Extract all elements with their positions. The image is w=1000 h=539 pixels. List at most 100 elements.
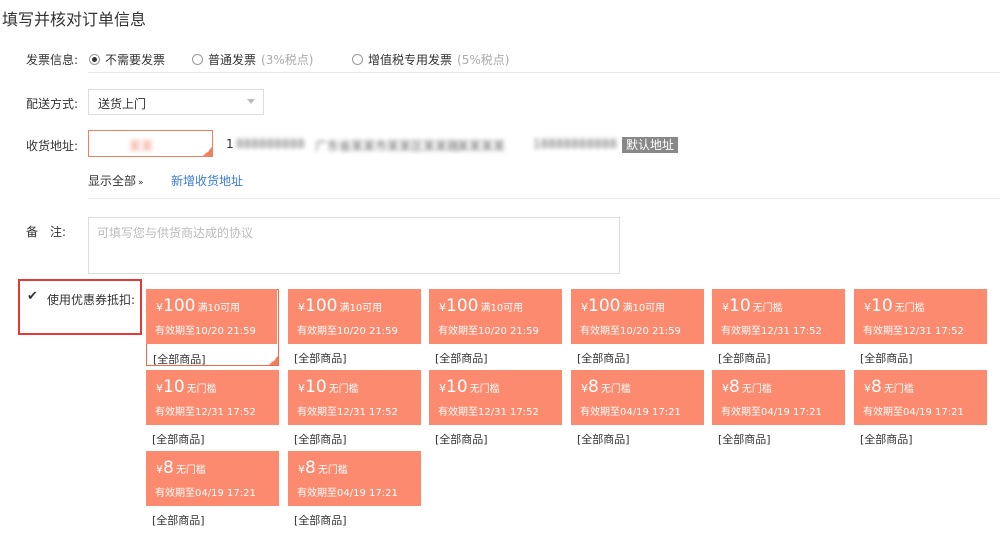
show-all-addresses[interactable]: 显示全部»	[88, 172, 144, 189]
coupon-face: ¥8 无门槛 有效期至04/19 17:21	[571, 370, 704, 425]
coupon-card[interactable]: ¥10 无门槛 有效期至12/31 17:52 [全部商品]	[429, 370, 562, 447]
coupon-scope: [全部商品]	[435, 352, 488, 365]
currency-symbol: ¥	[864, 382, 871, 395]
coupon-expiry: 有效期至04/19 17:21	[297, 488, 398, 499]
coupon-face: ¥10 无门槛有效期至12/31 17:52	[712, 289, 845, 344]
coupon-condition: 满10可用	[197, 303, 241, 314]
page-title: 填写并核对订单信息	[2, 10, 147, 29]
radio-icon	[352, 54, 363, 65]
coupon-condition: 无门槛	[752, 303, 783, 314]
address-recipient-name: 某某	[129, 139, 154, 153]
coupon-card[interactable]: ¥8 无门槛有效期至04/19 17:21 [全部商品]	[146, 451, 279, 528]
currency-symbol: ¥	[439, 301, 446, 314]
coupon-card[interactable]: ¥100 满10可用 有效期至10/20 21:59 [全部商品]	[429, 289, 562, 366]
coupon-card[interactable]: ¥10 无门槛 有效期至12/31 17:52 [全部商品]	[854, 289, 987, 366]
coupon-amount: ¥10 无门槛	[439, 377, 500, 397]
invoice-option-vat[interactable]: 增值税专用发票 (5%税点)	[352, 51, 509, 68]
coupon-expiry: 有效期至12/31 17:52	[721, 326, 822, 337]
coupon-face: ¥100 满10可用 有效期至10/20 21:59	[146, 289, 277, 344]
coupon-expiry: 有效期至10/20 21:59	[297, 326, 398, 337]
coupon-condition: 满10可用	[480, 303, 524, 314]
coupon-card[interactable]: ¥100 满10可用 有效期至10/20 21:59 [全部商品]	[288, 289, 421, 366]
coupon-amount-value: 10	[446, 377, 468, 397]
currency-symbol: ¥	[722, 382, 729, 395]
currency-symbol: ¥	[298, 301, 305, 314]
coupon-card[interactable]: ¥10 无门槛 有效期至12/31 17:52 [全部商品]	[146, 370, 279, 447]
address-card-selected[interactable]: 某某	[88, 130, 213, 157]
coupon-scope: [全部商品]	[860, 433, 913, 446]
invoice-option-hint: (5%税点)	[457, 53, 510, 67]
currency-symbol: ¥	[722, 301, 729, 314]
remark-placeholder: 可填写您与供货商达成的协议	[97, 226, 254, 240]
coupon-amount-value: 8	[729, 377, 740, 397]
currency-symbol: ¥	[156, 463, 163, 476]
coupon-amount-value: 8	[871, 377, 882, 397]
currency-symbol: ¥	[156, 382, 163, 395]
selected-corner-icon	[269, 356, 278, 365]
coupon-card[interactable]: ¥100 满10可用 有效期至10/20 21:59 [全部商品]	[146, 289, 279, 366]
divider	[88, 72, 1000, 73]
remark-label: 备 注:	[26, 225, 67, 239]
radio-icon	[192, 54, 203, 65]
coupon-expiry: 有效期至04/19 17:21	[863, 407, 964, 418]
coupon-card[interactable]: ¥8 无门槛 有效期至04/19 17:21 [全部商品]	[571, 370, 704, 447]
invoice-option-hint: (3%税点)	[261, 53, 314, 67]
coupon-card[interactable]: ¥100 满10可用 有效期至10/20 21:59 [全部商品]	[571, 289, 704, 366]
coupon-condition: 无门槛	[175, 465, 206, 476]
coupon-card[interactable]: ¥8 无门槛 有效期至04/19 17:21 [全部商品]	[288, 451, 421, 528]
coupon-amount: ¥10 无门槛	[722, 296, 783, 316]
coupon-amount: ¥8 无门槛	[581, 377, 631, 397]
coupon-face: ¥10 无门槛 有效期至12/31 17:52	[288, 370, 421, 425]
invoice-option-normal[interactable]: 普通发票 (3%税点)	[192, 51, 313, 68]
coupon-amount-value: 100	[305, 296, 338, 316]
coupon-face: ¥8 无门槛 有效期至04/19 17:21	[288, 451, 421, 506]
address-blurred-4: 某某某某	[457, 139, 506, 153]
coupon-scope: [全部商品]	[152, 514, 205, 527]
coupon-scope: [全部商品]	[718, 433, 771, 446]
coupon-card[interactable]: ¥8 无门槛 有效期至04/19 17:21 [全部商品]	[854, 370, 987, 447]
coupon-expiry: 有效期至12/31 17:52	[297, 407, 398, 418]
use-coupon-toggle[interactable]: 使用优惠券抵扣:	[18, 279, 142, 335]
coupon-amount: ¥100 满10可用	[298, 296, 382, 316]
invoice-label: 发票信息:	[26, 53, 79, 67]
coupon-card[interactable]: ¥10 无门槛 有效期至12/31 17:52 [全部商品]	[288, 370, 421, 447]
address-blurred-1: 1	[226, 137, 234, 151]
coupon-amount: ¥10 无门槛	[864, 296, 925, 316]
coupon-amount-value: 10	[871, 296, 893, 316]
coupon-scope: [全部商品]	[577, 352, 630, 365]
coupon-amount-value: 100	[588, 296, 621, 316]
checkbox-checked-icon[interactable]	[27, 289, 40, 304]
add-address-link[interactable]: 新增收货地址	[171, 172, 243, 189]
remark-textarea[interactable]: 可填写您与供货商达成的协议	[88, 217, 620, 274]
currency-symbol: ¥	[581, 382, 588, 395]
coupon-expiry: 有效期至04/19 17:21	[155, 488, 256, 499]
coupon-condition: 无门槛	[186, 384, 217, 395]
coupon-condition: 无门槛	[328, 384, 359, 395]
coupon-condition: 满10可用	[339, 303, 383, 314]
coupon-card[interactable]: ¥10 无门槛 有效期至12/31 17:52 [全部商品]	[712, 289, 845, 366]
coupon-face: ¥8 无门槛有效期至04/19 17:21	[146, 451, 279, 506]
coupon-amount: ¥100 满10可用	[581, 296, 665, 316]
delivery-select[interactable]: 送货上门	[88, 89, 264, 115]
show-all-label: 显示全部	[88, 174, 137, 188]
coupon-condition: 无门槛	[894, 303, 925, 314]
selected-corner-icon	[203, 147, 212, 156]
coupon-condition: 无门槛	[600, 384, 631, 395]
invoice-option-label: 普通发票	[208, 53, 257, 67]
coupon-card[interactable]: ¥8 无门槛 有效期至04/19 17:21 [全部商品]	[712, 370, 845, 447]
coupon-amount-value: 8	[163, 458, 174, 478]
coupon-face: ¥8 无门槛 有效期至04/19 17:21	[854, 370, 987, 425]
coupon-amount-value: 8	[588, 377, 599, 397]
invoice-option-none[interactable]: 不需要发票	[89, 51, 165, 68]
divider	[88, 198, 1000, 199]
coupon-scope: [全部商品]	[294, 433, 347, 446]
coupon-scope: [全部商品]	[153, 353, 206, 366]
coupon-amount: ¥100 满10可用	[439, 296, 523, 316]
coupon-amount-value: 10	[729, 296, 751, 316]
address-blurred-3: 广东省某某市某某区某某路	[315, 139, 460, 153]
coupon-face: ¥100 满10可用 有效期至10/20 21:59	[429, 289, 562, 344]
delivery-select-value: 送货上门	[98, 97, 147, 111]
coupon-condition: 无门槛	[317, 465, 348, 476]
coupon-face: ¥10 无门槛 有效期至12/31 17:52	[854, 289, 987, 344]
coupon-face: ¥100 满10可用有效期至10/20 21:59	[288, 289, 421, 344]
